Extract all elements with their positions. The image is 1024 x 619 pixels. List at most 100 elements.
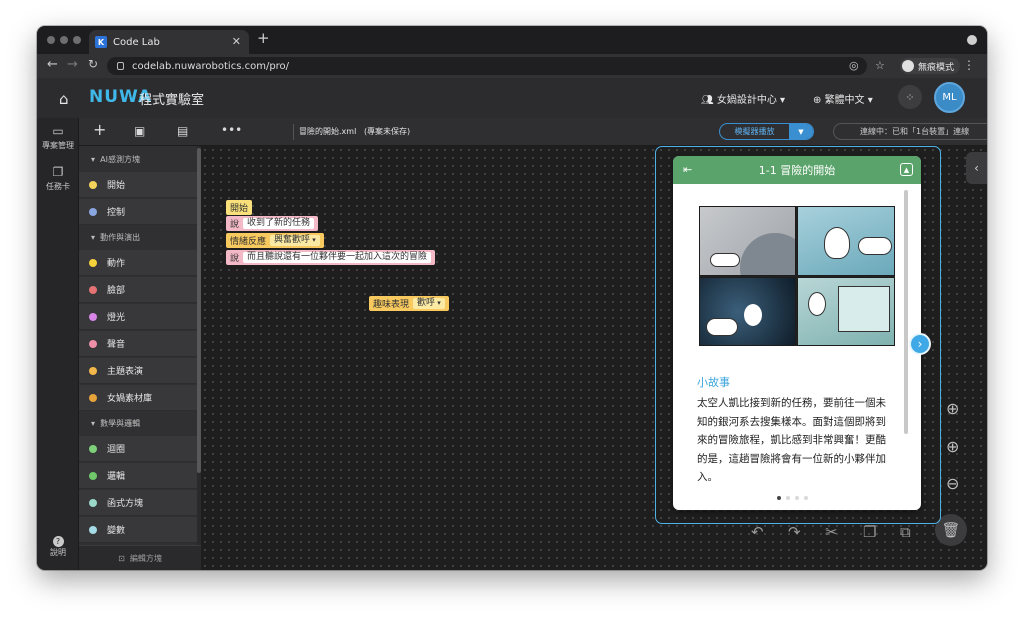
window-minimize-dot[interactable] [60,36,68,44]
block-category-panel: ▾ AI感測方塊 開始 控制 ▾ 動作與演出 動作 臉部 燈光 聲音 主題表演 … [79,146,201,545]
exit-icon[interactable]: ⇤ [683,163,692,176]
chevron-left-icon[interactable]: ‹ [966,152,987,184]
window-close-dot[interactable] [47,36,55,44]
category-group-motion[interactable]: ▾ 動作與演出 [91,232,140,243]
say-text-input-2[interactable]: 而且聽說還有一位夥伴要一起加入這次的冒險 [243,252,432,263]
category-sound[interactable]: 聲音 [79,331,197,357]
url-text: codelab.nuwarobotics.com/pro/ [132,60,290,72]
speech-bubble [858,237,892,255]
paste-icon[interactable]: ⧉ [900,523,911,541]
fun-expression-dropdown[interactable]: 歡呼 [413,298,445,309]
category-start[interactable]: 開始 [79,172,197,198]
tab-close-icon[interactable]: ✕ [232,35,241,48]
incognito-label: 無痕模式 [918,62,955,73]
cut-icon[interactable]: ✂ [825,523,838,541]
connection-status[interactable]: 連線中：已和「1台裝置」連線 ▼ [833,123,987,140]
apps-grid-icon[interactable]: ⁘ [898,85,922,109]
category-light[interactable]: 燈光 [79,304,197,330]
fun-expression-block[interactable]: 趣味表現 歡呼 [369,296,449,311]
triangle-down-icon: ▾ [91,419,101,428]
category-nuwa-library[interactable]: 女媧素材庫 [79,385,197,411]
app-header: ⌂ NUWA 程式實驗室 👥︎ 女媧設計中心 ▾ ⊕ 繁體中文 ▾ ⁘ ML [37,78,987,118]
category-label: 動作 [107,259,126,269]
address-bar: ← → ↻ codelab.nuwarobotics.com/pro/ ◎ ☆ … [37,54,987,78]
nav-project-manager[interactable]: ▭ 專案管理 [37,124,79,151]
new-tab-icon[interactable]: + [257,31,270,46]
category-loop[interactable]: 迴圈 [79,436,197,462]
connection-label: 連線中：已和「1台裝置」連線 [860,127,970,136]
help-button[interactable]: ? 說明 [37,536,79,558]
category-variable[interactable]: 變數 [79,517,197,543]
robot-shape [824,227,850,259]
category-logic[interactable]: 邏輯 [79,463,197,489]
redo-icon[interactable]: ↷ [788,523,801,541]
chevron-right-icon[interactable]: › [909,333,931,355]
comic-illustration [699,206,895,346]
forward-icon[interactable]: → [67,57,78,72]
category-face[interactable]: 臉部 [79,277,197,303]
save-as-icon[interactable]: ▤ [177,124,188,138]
recenter-icon[interactable]: ⊕ [946,399,959,418]
page-dot[interactable] [795,496,799,500]
window-zoom-dot[interactable] [73,36,81,44]
category-label: 迴圈 [107,445,126,455]
speech-bubble [706,318,738,336]
incognito-badge[interactable]: 無痕模式 [900,58,961,74]
app-name: 程式實驗室 [139,93,205,108]
say-block[interactable]: 說收到了新的任務 [226,216,319,231]
story-scrollbar[interactable] [904,190,908,434]
category-label: 燈光 [107,313,126,323]
robot-shape [744,304,762,326]
category-label: 變數 [107,526,126,536]
say-block-2[interactable]: 說而且聽說還有一位夥伴要一起加入這次的冒險 [226,250,436,265]
tracking-off-icon[interactable]: ◎ [849,59,859,72]
category-dot [89,207,97,216]
globe-icon: ⊕ [813,95,825,106]
comic-panel [797,277,895,346]
file-name: 冒險的開始.xml (專案未保存) [299,127,411,136]
page-dot[interactable] [786,496,790,500]
simulator-play-button[interactable]: 模擬器播放 ▼ [719,123,814,140]
nav-task-card[interactable]: ❐ 任務卡 [37,165,79,192]
category-control[interactable]: 控制 [79,199,197,225]
category-group-math[interactable]: ▾ 數學與邏輯 [91,418,140,429]
category-theme-show[interactable]: 主題表演 [79,358,197,384]
category-dot [89,339,97,348]
editor-toolbar: + ▣ ▤ ••• 冒險的開始.xml (專案未保存) 模擬器播放 ▼ 連線中：… [79,118,987,146]
start-block[interactable]: 開始 [226,200,253,215]
design-center-menu[interactable]: 👥︎ 女媧設計中心 ▾ [701,91,785,106]
emotion-dropdown[interactable]: 興奮歡呼 [270,235,320,246]
edit-blocks-button[interactable]: ⊡ 編輯方塊 [79,545,201,570]
copy-icon[interactable]: ❐ [863,523,876,541]
page-dot[interactable] [777,496,781,500]
zoom-in-icon[interactable]: ⊕ [946,437,959,456]
browser-window: K Code Lab ✕ + ← → ↻ codelab.nuwarobotic… [37,26,987,570]
robot-shape [808,292,826,316]
language-menu[interactable]: ⊕ 繁體中文 ▾ [813,91,873,106]
zoom-out-icon[interactable]: ⊖ [946,474,959,493]
emotion-block[interactable]: 情緒反應 興奮歡呼 [226,233,324,248]
reload-icon[interactable]: ↻ [88,57,98,71]
url-input[interactable]: codelab.nuwarobotics.com/pro/ [107,57,867,75]
avatar[interactable]: ML [934,82,965,113]
category-group-ai[interactable]: ▾ AI感測方塊 [91,154,140,165]
bookmark-star-icon[interactable]: ☆ [875,59,885,72]
browser-tab[interactable]: K Code Lab ✕ [89,30,249,54]
category-label: 女媧素材庫 [107,394,153,404]
undo-icon[interactable]: ↶ [751,523,764,541]
category-dot [89,393,97,402]
more-icon[interactable]: ••• [221,123,242,137]
browser-menu-icon[interactable]: ⋮ [963,58,975,72]
save-icon[interactable]: ▣ [134,124,145,138]
page-dot[interactable] [804,496,808,500]
lock-icon [117,62,124,70]
back-icon[interactable]: ← [47,57,58,72]
tab-search-icon[interactable] [967,35,977,45]
home-icon[interactable]: ⌂ [59,90,69,108]
add-icon[interactable]: + [93,120,106,139]
chevron-down-icon[interactable]: ▼ [789,124,813,139]
collapse-icon[interactable]: ▲ [900,163,913,176]
say-text-input[interactable]: 收到了新的任務 [243,218,315,229]
category-motion[interactable]: 動作 [79,250,197,276]
category-function[interactable]: 函式方塊 [79,490,197,516]
